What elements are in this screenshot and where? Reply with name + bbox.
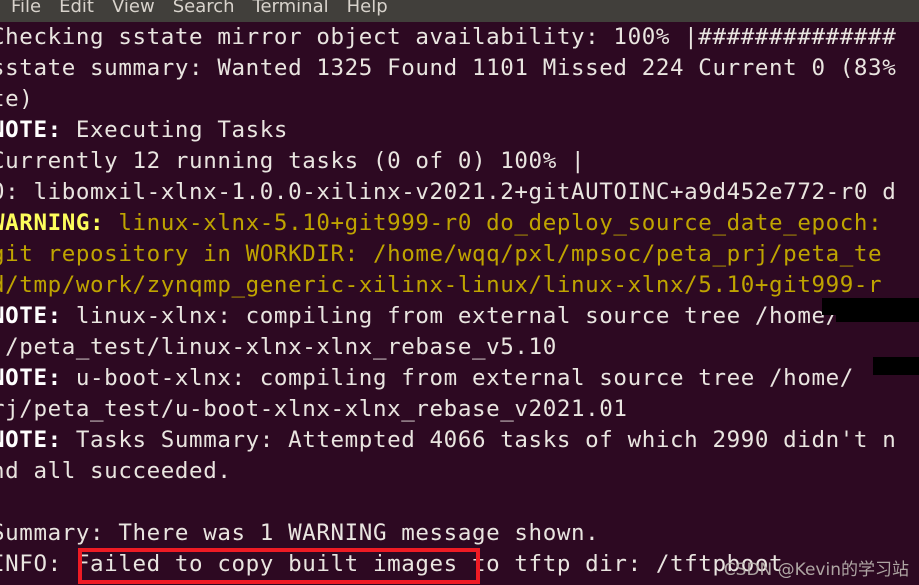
text-segment: git repository in WORKDIR: /home/wqq/pxl… [0,241,883,267]
text-segment: INFO: Failed to copy built images to tft… [0,551,784,577]
redaction-mark-3 [873,357,919,375]
line-warning-wrap-1: git repository in WORKDIR: /home/wqq/pxl… [0,239,896,270]
line-note-tasks-summary: NOTE: Tasks Summary: Attempted 4066 task… [0,425,896,456]
redaction-mark-2 [836,312,919,322]
text-segment: Executing Tasks [61,117,289,143]
line-note-uboot-compiling: NOTE: u-boot-xlnx: compiling from extern… [0,363,896,394]
text-segment: WARNING: [0,210,105,236]
text-segment: Summary: There was 1 WARNING message sho… [0,520,600,546]
menu-bar: File Edit View Search Terminal Help [0,0,919,22]
line-summary-warning: Summary: There was 1 WARNING message sho… [0,518,896,549]
text-segment: NOTE: [0,427,62,453]
text-segment: NOTE: [0,117,62,143]
menu-item-help[interactable]: Help [338,0,397,18]
line-tasks-summary-wrap: nd all succeeded. [0,456,896,487]
text-segment: NOTE: [0,365,62,391]
text-segment: rj/peta_test/u-boot-xlnx-xlnx_rebase_v20… [0,396,628,422]
line-note-uboot-wrap: rj/peta_test/u-boot-xlnx-xlnx_rebase_v20… [0,394,896,425]
line-note-linux-xlnx-wrap: j/peta_test/linux-xlnx-xlnx_rebase_v5.10 [0,332,896,363]
text-segment: NOTE: [0,303,62,329]
line-currently-running: Currently 12 running tasks (0 of 0) 100%… [0,146,896,177]
text-segment: d/tmp/work/zynqmp_generic-xilinx-linux/l… [0,272,883,298]
terminal-window: File Edit View Search Terminal Help Chec… [0,0,919,585]
terminal-text: Checking sstate mirror object availabili… [0,22,896,585]
terminal-output-area[interactable]: Checking sstate mirror object availabili… [0,22,919,585]
line-blank [0,487,896,518]
line-sstate-check: Checking sstate mirror object availabili… [0,22,896,53]
menu-item-terminal[interactable]: Terminal [244,0,338,18]
csdn-watermark: CSDN @Kevin的学习站 [723,560,909,580]
text-segment: j/peta_test/linux-xlnx-xlnx_rebase_v5.10 [0,334,557,360]
menu-item-edit[interactable]: Edit [50,0,103,18]
line-sstate-summary-wrap: te) [0,84,896,115]
text-segment: linux-xlnx: compiling from external sour… [61,303,840,329]
text-segment: 0: libomxil-xlnx-1.0.0-xilinx-v2021.2+gi… [0,179,897,205]
line-note-executing-tasks: NOTE: Executing Tasks [0,115,896,146]
text-segment: sstate summary: Wanted 1325 Found 1101 M… [0,55,897,81]
text-segment: Tasks Summary: Attempted 4066 tasks of w… [61,427,897,453]
text-segment: Checking sstate mirror object availabili… [0,24,897,50]
line-note-linux-xlnx-compiling: NOTE: linux-xlnx: compiling from externa… [0,301,896,332]
line-warning-linux-xlnx: WARNING: linux-xlnx-5.10+git999-r0 do_de… [0,208,896,239]
text-segment: Currently 12 running tasks (0 of 0) 100%… [0,148,586,174]
menu-item-view[interactable]: View [103,0,164,18]
menu-item-search[interactable]: Search [164,0,244,18]
text-segment: u-boot-xlnx: compiling from external sou… [61,365,854,391]
line-warning-wrap-2: d/tmp/work/zynqmp_generic-xilinx-linux/l… [0,270,896,301]
line-sstate-summary: sstate summary: Wanted 1325 Found 1101 M… [0,53,896,84]
menu-item-file[interactable]: File [2,0,50,18]
text-segment: nd all succeeded. [0,458,232,484]
text-segment: linux-xlnx-5.10+git999-r0 do_deploy_sour… [104,210,883,236]
text-segment: te) [0,86,34,112]
line-libomxil: 0: libomxil-xlnx-1.0.0-xilinx-v2021.2+gi… [0,177,896,208]
